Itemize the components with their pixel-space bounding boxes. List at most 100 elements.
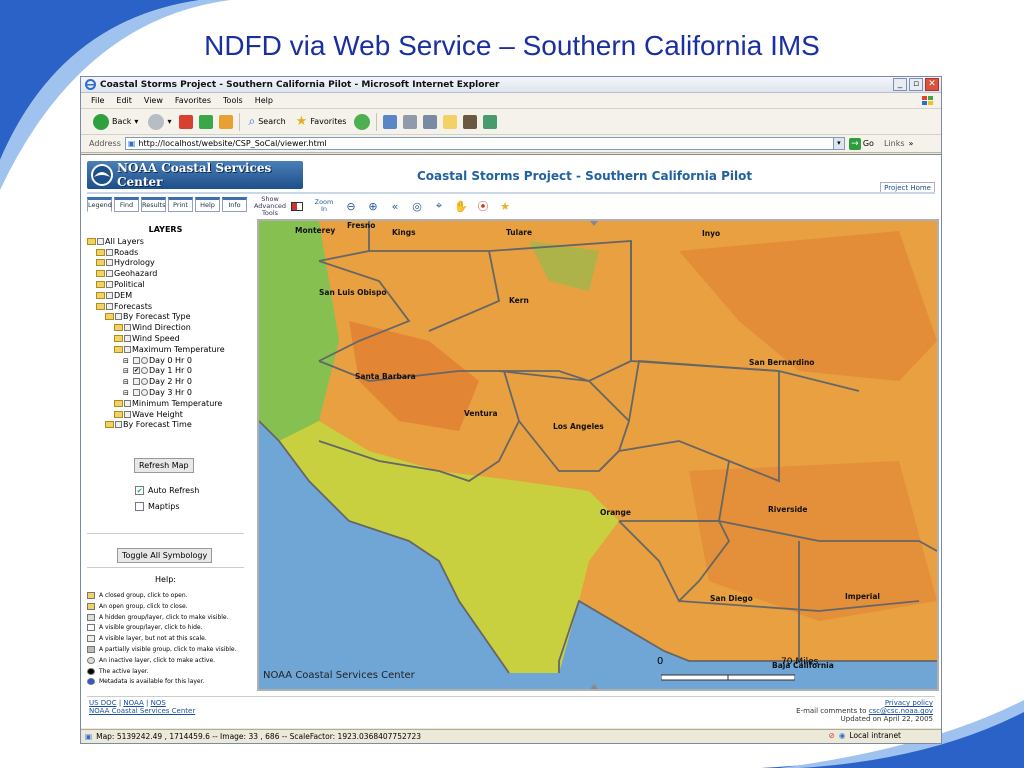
layer-checkbox[interactable]	[115, 421, 122, 429]
clear-selection-icon[interactable]: ⦿	[475, 198, 491, 214]
menu-file[interactable]: File	[91, 96, 104, 105]
zoom-in-icon[interactable]: ⊕	[365, 198, 381, 214]
full-extent-icon[interactable]: ◎	[409, 198, 425, 214]
menu-view[interactable]: View	[144, 96, 163, 105]
identify-icon[interactable]: ⌖	[431, 198, 447, 214]
folder-icon[interactable]	[96, 291, 105, 299]
toggle-symbology-button[interactable]: Toggle All Symbology	[117, 548, 213, 563]
layer-item[interactable]: ⊟ ✔ Day 1 Hr 0	[87, 366, 244, 377]
overview-icon[interactable]	[289, 198, 305, 214]
back-button[interactable]: Back ▾	[91, 112, 140, 132]
layer-checkbox[interactable]	[133, 389, 140, 397]
layer-checkbox[interactable]	[124, 324, 131, 332]
maptips-checkbox[interactable]	[135, 502, 144, 511]
layer-item[interactable]: Wave Height	[87, 409, 244, 420]
csc-link[interactable]: NOAA Coastal Services Center	[89, 707, 195, 715]
folder-icon[interactable]	[87, 237, 96, 245]
research-icon[interactable]	[463, 114, 478, 129]
layer-item[interactable]: Roads	[87, 247, 244, 258]
active-layer-radio[interactable]	[141, 389, 148, 397]
layer-checkbox[interactable]	[133, 356, 140, 364]
layer-item[interactable]: DEM	[87, 290, 244, 301]
layer-item[interactable]: All Layers	[87, 236, 244, 247]
active-layer-radio[interactable]	[141, 378, 148, 386]
zoom-in-button[interactable]: Zoom In	[311, 197, 337, 215]
folder-icon[interactable]	[114, 324, 123, 332]
layer-item[interactable]: ⊟ Day 2 Hr 0	[87, 376, 244, 387]
layer-item[interactable]: Minimum Temperature	[87, 398, 244, 409]
search-button[interactable]: ⌕ Search	[246, 112, 287, 132]
mail-icon[interactable]	[383, 114, 398, 129]
layer-checkbox[interactable]	[124, 345, 131, 353]
folder-icon[interactable]: ⊟	[123, 367, 132, 375]
menu-tools[interactable]: Tools	[223, 96, 243, 105]
maximize-button[interactable]: ▫	[909, 78, 923, 91]
folder-icon[interactable]: ⊟	[123, 357, 132, 365]
layer-item[interactable]: Wind Speed	[87, 333, 244, 344]
folder-icon[interactable]	[96, 259, 105, 267]
noaa-link[interactable]: NOAA	[123, 699, 143, 707]
refresh-map-button[interactable]: Refresh Map	[134, 458, 194, 473]
layer-item[interactable]: ⊟ Day 3 Hr 0	[87, 387, 244, 398]
chevron-right-icon[interactable]: »	[909, 139, 914, 148]
layer-checkbox[interactable]: ✔	[133, 367, 140, 375]
active-layer-radio[interactable]	[141, 356, 148, 364]
active-layer-radio[interactable]	[141, 367, 148, 375]
bookmark-star-icon[interactable]: ★	[497, 198, 513, 214]
layer-checkbox[interactable]	[124, 335, 131, 343]
layer-item[interactable]: Political	[87, 279, 244, 290]
layer-checkbox[interactable]	[106, 259, 113, 267]
tab-find[interactable]: Find	[114, 197, 139, 212]
show-advanced-tools-button[interactable]: Show Advanced Tools	[254, 195, 286, 216]
layer-item[interactable]: Wind Direction	[87, 322, 244, 333]
tab-info[interactable]: Info	[222, 197, 247, 212]
minimize-button[interactable]: _	[893, 78, 907, 91]
folder-icon[interactable]	[96, 281, 105, 289]
layer-item[interactable]: Geohazard	[87, 268, 244, 279]
privacy-link[interactable]: Privacy policy	[885, 699, 933, 707]
layer-checkbox[interactable]	[97, 237, 104, 245]
favorites-button[interactable]: ★ Favorites	[294, 112, 349, 132]
layer-checkbox[interactable]	[106, 291, 113, 299]
folder-icon[interactable]: ⊟	[123, 389, 132, 397]
folder-icon[interactable]	[443, 114, 458, 129]
chevron-down-icon[interactable]: ▾	[832, 138, 844, 149]
close-button[interactable]: ✕	[925, 78, 939, 91]
zoom-out-icon[interactable]: ⊖	[343, 198, 359, 214]
folder-icon[interactable]	[114, 335, 123, 343]
menu-favorites[interactable]: Favorites	[175, 96, 211, 105]
links-button[interactable]: Links	[884, 139, 905, 148]
address-input[interactable]: ▣ http://localhost/website/CSP_SoCal/vie…	[124, 137, 845, 150]
email-link[interactable]: csc@csc.noaa.gov	[869, 707, 933, 715]
folder-icon[interactable]	[96, 248, 105, 256]
maptips-option[interactable]: Maptips	[135, 502, 180, 511]
layer-checkbox[interactable]	[133, 378, 140, 386]
tab-help[interactable]: Help	[195, 197, 220, 212]
history-icon[interactable]	[354, 113, 371, 130]
layer-checkbox[interactable]	[124, 410, 131, 418]
folder-icon[interactable]	[114, 399, 123, 407]
layer-item[interactable]: By Forecast Time	[87, 420, 244, 431]
go-button[interactable]: → Go	[848, 137, 874, 150]
refresh-icon[interactable]	[199, 114, 214, 129]
layer-checkbox[interactable]	[124, 399, 131, 407]
folder-icon[interactable]: ⊟	[123, 378, 132, 386]
forecast-map[interactable]: Monterey Fresno Kings Tulare Inyo San Luis Ob…	[259, 221, 937, 689]
folder-icon[interactable]	[114, 345, 123, 353]
stop-icon[interactable]	[179, 114, 194, 129]
previous-extent-icon[interactable]: «	[387, 198, 403, 214]
auto-refresh-option[interactable]: ✔ Auto Refresh	[135, 486, 199, 495]
layer-checkbox[interactable]	[115, 313, 122, 321]
edit-icon[interactable]	[423, 114, 438, 129]
folder-icon[interactable]	[96, 302, 105, 310]
menu-edit[interactable]: Edit	[116, 96, 132, 105]
layer-item[interactable]: Forecasts	[87, 301, 244, 312]
layer-item[interactable]: By Forecast Type	[87, 312, 244, 323]
pan-hand-icon[interactable]: ✋	[453, 198, 469, 214]
auto-refresh-checkbox[interactable]: ✔	[135, 486, 144, 495]
messenger-icon[interactable]	[483, 114, 498, 129]
layer-item[interactable]: Maximum Temperature	[87, 344, 244, 355]
map-view[interactable]: Monterey Fresno Kings Tulare Inyo San Luis Ob…	[257, 219, 939, 691]
layer-checkbox[interactable]	[106, 281, 113, 289]
us-doc-link[interactable]: US DOC	[89, 699, 117, 707]
